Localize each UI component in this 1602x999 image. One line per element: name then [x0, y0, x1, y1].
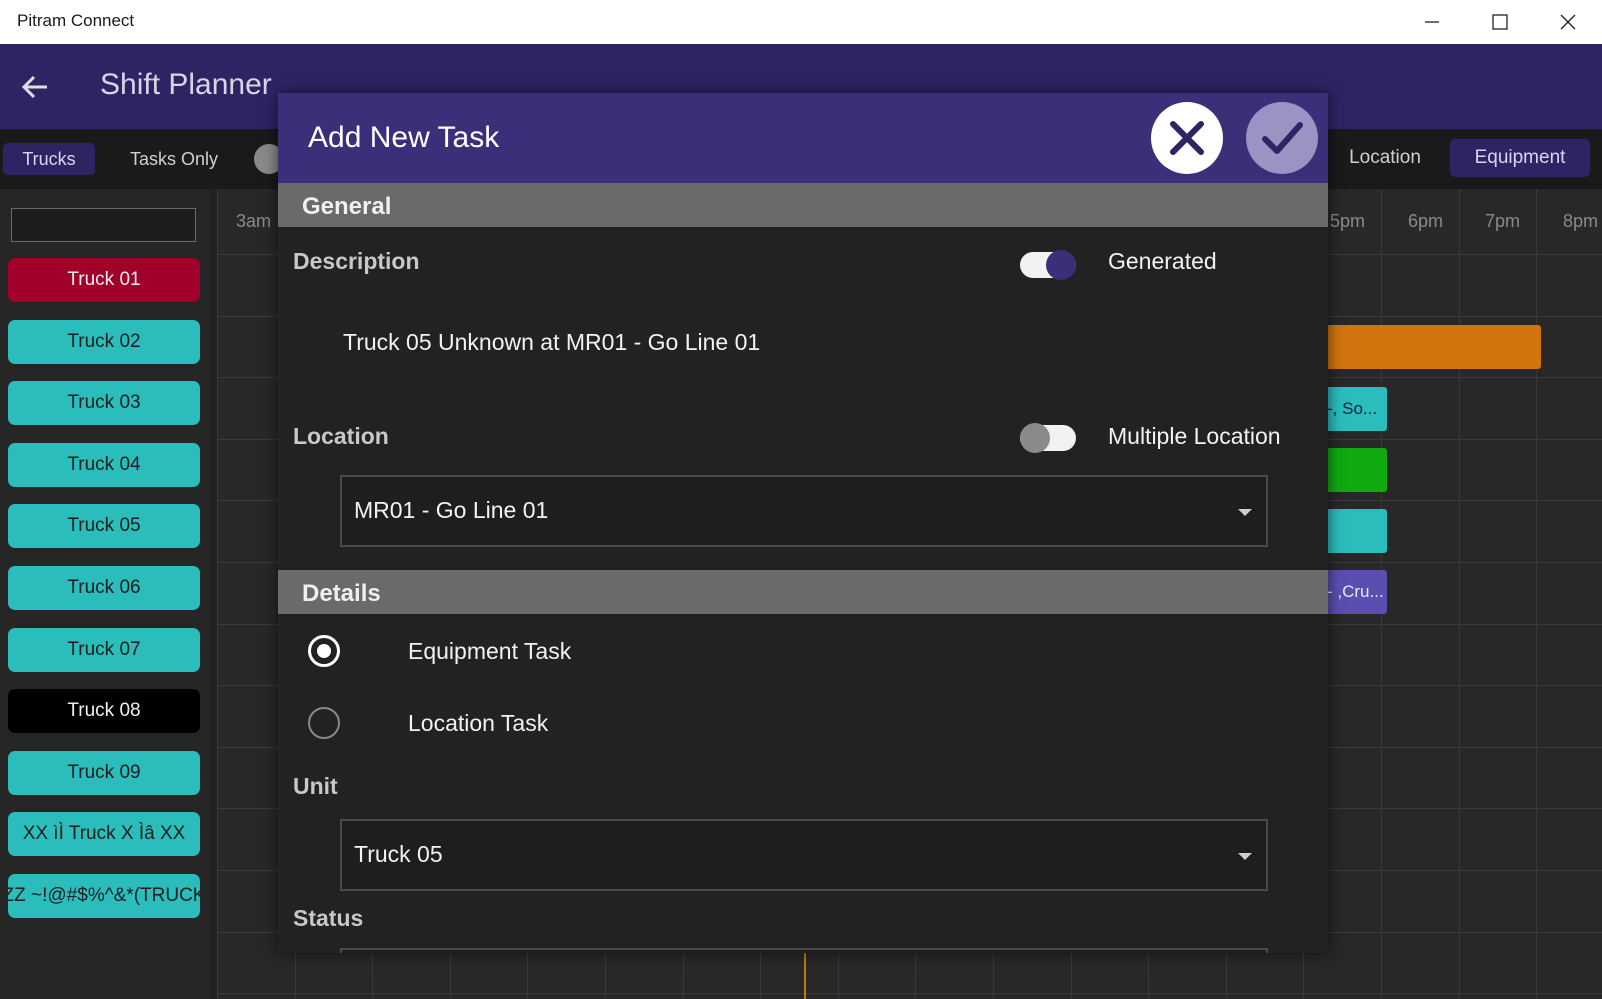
unit-select-value: Truck 05 [354, 841, 443, 867]
dialog-title: Add New Task [308, 121, 500, 154]
hour-label: 8pm [1563, 211, 1599, 231]
close-window-button[interactable] [1534, 0, 1602, 44]
location-task-radio[interactable] [308, 707, 340, 739]
truck-item[interactable]: Truck 08 [8, 689, 200, 734]
truck-item[interactable]: Truck 03 [8, 381, 200, 426]
toggle-knob [1046, 250, 1076, 280]
task-bar[interactable] [1321, 509, 1387, 553]
generated-toggle[interactable] [1020, 250, 1076, 280]
task-bar[interactable]: - ,Cru... [1321, 570, 1387, 614]
truck-search-input[interactable] [11, 208, 196, 242]
grid-column-line [1459, 189, 1460, 999]
dialog-header: Add New Task [278, 93, 1328, 183]
truck-item[interactable]: Truck 09 [8, 750, 200, 795]
general-section-label: General [302, 193, 392, 220]
grid-column-line [1536, 189, 1537, 999]
chevron-down-icon [1238, 509, 1252, 516]
window-title: Pitram Connect [17, 11, 135, 30]
location-select-value: MR01 - Go Line 01 [354, 497, 549, 523]
close-x-icon [1170, 121, 1204, 155]
checkmark-icon [1262, 122, 1303, 154]
equipment-task-radio[interactable] [308, 635, 340, 667]
description-value[interactable]: Truck 05 Unknown at MR01 - Go Line 01 [343, 329, 760, 356]
multiple-location-label: Multiple Location [1108, 423, 1281, 449]
unit-select[interactable]: Truck 05 [340, 819, 1268, 891]
cancel-button[interactable] [1151, 102, 1223, 174]
hour-label: 7pm [1485, 211, 1521, 231]
generated-label: Generated [1108, 248, 1217, 274]
maximize-icon [1492, 14, 1508, 30]
minimize-icon [1425, 21, 1439, 23]
grid-column-line [217, 189, 218, 999]
page-title: Shift Planner [100, 68, 272, 101]
confirm-button[interactable] [1246, 102, 1318, 174]
chevron-down-icon [1238, 853, 1252, 860]
general-section-header: General [278, 183, 1328, 227]
truck-item[interactable]: Truck 07 [8, 627, 200, 672]
close-icon [1560, 14, 1576, 30]
grid-row-line [217, 993, 1602, 994]
location-label: Location [293, 423, 389, 449]
location-select[interactable]: MR01 - Go Line 01 [340, 475, 1268, 547]
truck-item[interactable]: Truck 06 [8, 566, 200, 610]
details-section-header: Details [278, 570, 1328, 614]
description-label: Description [293, 248, 420, 274]
tasks-only-button[interactable]: Tasks Only [114, 143, 234, 175]
task-bar[interactable] [1297, 325, 1541, 369]
status-select[interactable] [340, 948, 1268, 953]
truck-item[interactable]: Truck 02 [8, 319, 200, 364]
location-task-label: Location Task [408, 710, 549, 736]
truck-list-panel: Truck 01 Truck 02 Truck 03 Truck 04 Truck 05… [0, 189, 210, 999]
details-section-label: Details [302, 580, 381, 607]
minimize-button[interactable] [1398, 0, 1466, 44]
task-bar[interactable]: -, So... [1321, 387, 1387, 431]
task-bar[interactable] [1321, 448, 1387, 492]
back-arrow-icon[interactable] [20, 72, 50, 102]
unit-label: Unit [293, 773, 338, 799]
current-time-marker [804, 952, 806, 999]
multiple-location-toggle[interactable] [1020, 423, 1076, 453]
toggle-knob [1020, 423, 1050, 453]
maximize-button[interactable] [1466, 0, 1534, 44]
trucks-filter-button[interactable]: Trucks [3, 143, 95, 175]
hour-label: 3am [236, 211, 272, 231]
location-view-button[interactable]: Location [1330, 139, 1440, 177]
equipment-task-label: Equipment Task [408, 638, 572, 664]
equipment-view-button[interactable]: Equipment [1450, 139, 1590, 177]
add-task-dialog: Add New Task General Description Generat… [278, 93, 1328, 953]
hour-label: 6pm [1408, 211, 1444, 231]
truck-item[interactable]: Truck 04 [8, 442, 200, 487]
status-label: Status [293, 905, 364, 931]
truck-item[interactable]: Truck 01 [8, 258, 200, 302]
window-titlebar: Pitram Connect [0, 0, 1602, 44]
truck-item[interactable]: ZZ ~!@#$%^&*(TRUCK [8, 874, 200, 918]
truck-item[interactable]: XX ìÌ Truck X Ìâ XX [8, 812, 200, 857]
truck-item[interactable]: Truck 05 [8, 504, 200, 549]
hour-label: 5pm [1330, 211, 1366, 231]
